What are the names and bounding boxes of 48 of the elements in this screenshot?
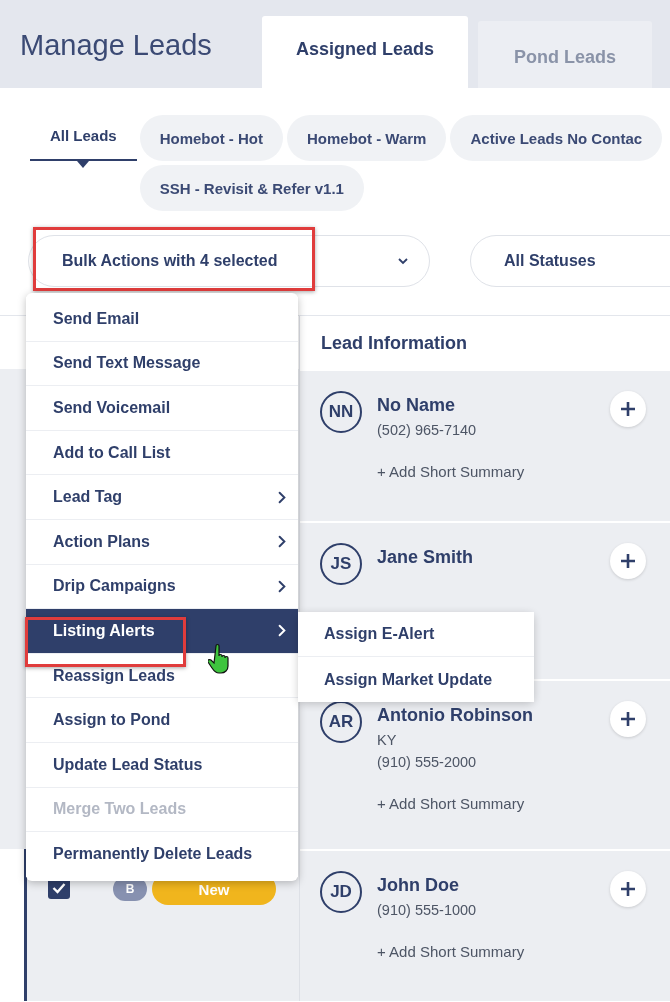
menu-item[interactable]: Assign to Pond xyxy=(26,698,298,743)
add-button[interactable] xyxy=(610,871,646,907)
add-button[interactable] xyxy=(610,391,646,427)
menu-item[interactable]: Permanently Delete Leads xyxy=(26,832,298,877)
menu-item[interactable]: Lead Tag xyxy=(26,475,298,520)
add-summary-link[interactable]: + Add Short Summary xyxy=(377,463,525,480)
menu-item[interactable]: Send Text Message xyxy=(26,341,298,387)
lead-name: Antonio Robinson xyxy=(377,705,534,726)
menu-item[interactable]: Action Plans xyxy=(26,519,298,565)
lead-name: Jane Smith xyxy=(377,547,475,568)
lead-name: John Doe xyxy=(377,875,460,896)
avatar-initials: NN xyxy=(320,391,362,433)
lead-detail: (910) 555-2000 xyxy=(377,754,478,770)
avatar-initials: JS xyxy=(320,543,362,585)
bulk-actions-dropdown[interactable]: Bulk Actions with 4 selected xyxy=(28,235,430,287)
chevron-down-icon xyxy=(397,257,409,265)
lead-detail: (502) 965-7140 xyxy=(377,422,478,438)
page-title: Manage Leads xyxy=(20,29,213,62)
menu-item[interactable]: Listing Alerts xyxy=(26,609,298,654)
tab[interactable]: Assigned Leads xyxy=(262,16,468,88)
status-dropdown[interactable]: All Statuses xyxy=(470,235,670,287)
add-button[interactable] xyxy=(610,701,646,737)
filter-chip[interactable]: Homebot - Hot xyxy=(139,115,283,161)
menu-item[interactable]: Send Email xyxy=(26,297,298,342)
plus-icon xyxy=(620,553,636,569)
add-summary-link[interactable]: + Add Short Summary xyxy=(377,795,525,812)
add-summary-link[interactable]: + Add Short Summary xyxy=(377,943,525,960)
lead-detail: (910) 555-1000 xyxy=(377,902,478,918)
menu-item[interactable]: Add to Call List xyxy=(26,430,298,476)
filter-tab[interactable]: All Leads xyxy=(30,111,137,169)
plus-icon xyxy=(620,881,636,897)
checkmark-icon xyxy=(52,882,66,894)
plus-icon xyxy=(620,401,636,417)
menu-item[interactable]: Update Lead Status xyxy=(26,742,298,788)
menu-item[interactable]: Assign E-Alert xyxy=(298,612,534,657)
menu-item[interactable]: Assign Market Update xyxy=(298,657,534,702)
menu-item[interactable]: Drip Campaigns xyxy=(26,564,298,610)
plus-icon xyxy=(620,711,636,727)
add-button[interactable] xyxy=(610,543,646,579)
column-header: Lead Information xyxy=(320,332,468,355)
filter-chip[interactable]: Active Leads No Contac xyxy=(450,115,663,161)
menu-item[interactable]: Reassign Leads xyxy=(26,653,298,699)
lead-detail: KY xyxy=(377,732,398,748)
menu-item[interactable]: Send Voicemail xyxy=(26,386,298,431)
filter-chip[interactable]: Homebot - Warm xyxy=(287,115,447,161)
avatar-initials: JD xyxy=(320,871,362,913)
filter-chip[interactable]: SSH - Revisit & Refer v1.1 xyxy=(139,165,364,211)
lead-name: No Name xyxy=(377,395,457,416)
